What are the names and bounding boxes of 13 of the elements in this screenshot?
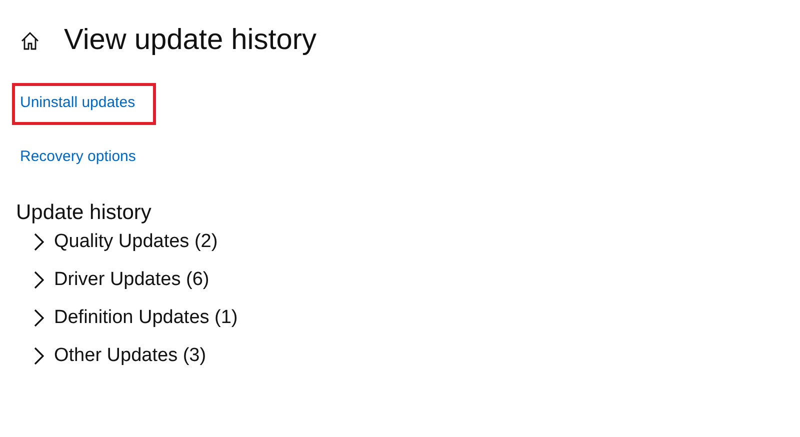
- chevron-icon[interactable]: [32, 346, 46, 366]
- group-label[interactable]: Quality Updates (2): [54, 231, 218, 253]
- section-heading: Update history: [16, 201, 152, 225]
- group-label[interactable]: Driver Updates (6): [54, 269, 210, 291]
- link[interactable]: Recovery options: [20, 148, 136, 165]
- chevron-icon[interactable]: [32, 232, 46, 252]
- home-icon[interactable]: [20, 30, 40, 50]
- link[interactable]: Uninstall updates: [20, 94, 136, 111]
- group-label[interactable]: Other Updates (3): [54, 345, 206, 367]
- chevron-icon[interactable]: [32, 308, 46, 328]
- chevron-icon[interactable]: [32, 270, 46, 290]
- group-label[interactable]: Definition Updates (1): [54, 307, 238, 329]
- page-title: View update history: [64, 24, 317, 57]
